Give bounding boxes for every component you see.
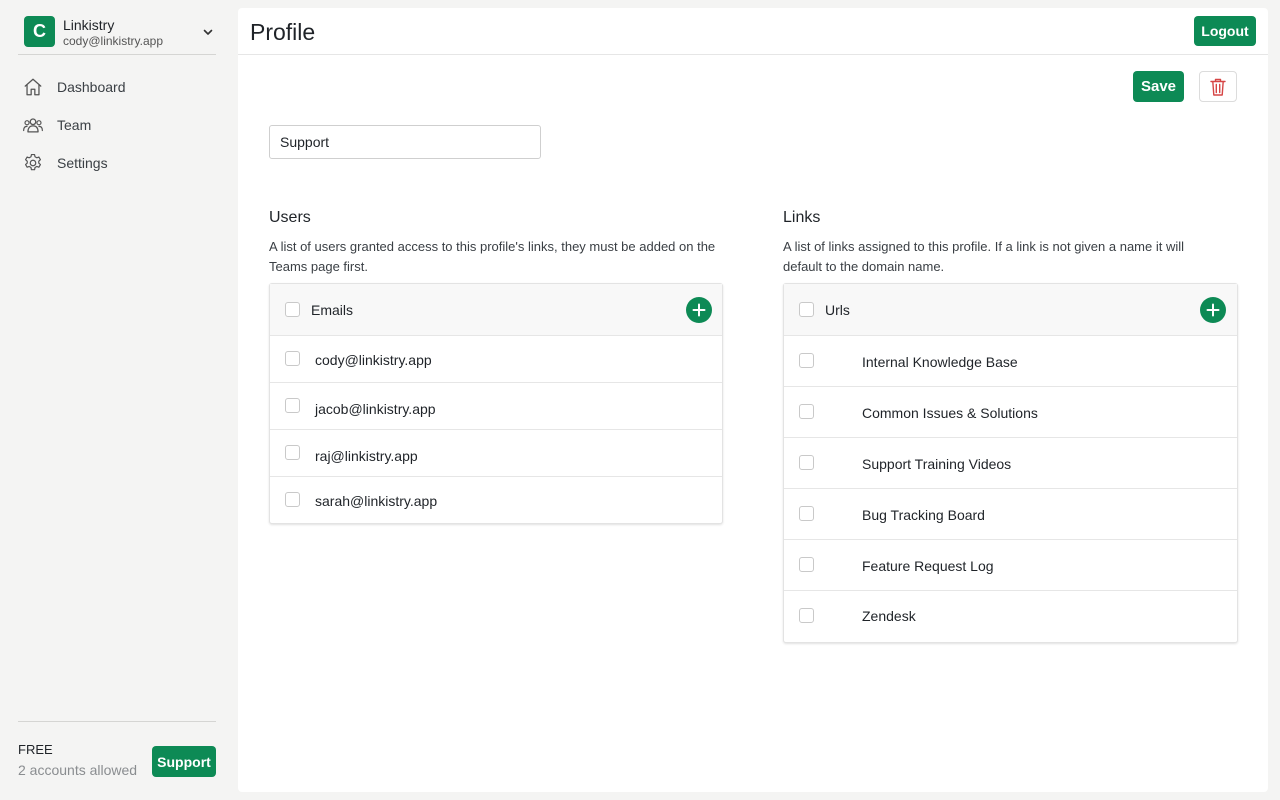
avatar: C (24, 16, 55, 47)
page-header: Profile Logout (238, 8, 1268, 55)
table-row[interactable]: cody@linkistry.app (270, 336, 722, 383)
user-email: jacob@linkistry.app (315, 401, 436, 417)
table-row[interactable]: Bug Tracking Board (784, 489, 1237, 540)
row-checkbox[interactable] (799, 557, 814, 572)
sidebar-item-team[interactable]: Team (22, 106, 126, 144)
link-name: Bug Tracking Board (862, 507, 985, 523)
row-checkbox[interactable] (799, 506, 814, 521)
select-all-users-checkbox[interactable] (285, 302, 300, 317)
plus-icon (692, 303, 706, 317)
table-row[interactable]: sarah@linkistry.app (270, 477, 722, 523)
table-row[interactable]: jacob@linkistry.app (270, 383, 722, 430)
add-user-button[interactable] (686, 297, 712, 323)
home-icon (24, 78, 42, 96)
table-row[interactable]: Common Issues & Solutions (784, 387, 1237, 438)
select-all-links-checkbox[interactable] (799, 302, 814, 317)
account-info: Linkistry cody@linkistry.app (63, 16, 163, 49)
sidebar-item-label: Team (57, 117, 92, 133)
table-row[interactable]: Feature Request Log (784, 540, 1237, 591)
main-panel: Profile Logout Save Users A list of user… (238, 8, 1268, 792)
table-row[interactable]: Support Training Videos (784, 438, 1237, 489)
team-icon (23, 118, 43, 133)
account-email: cody@linkistry.app (63, 34, 163, 48)
table-row[interactable]: raj@linkistry.app (270, 430, 722, 477)
plus-icon (1206, 303, 1220, 317)
sidebar-item-settings[interactable]: Settings (22, 144, 126, 182)
row-checkbox[interactable] (285, 492, 300, 507)
users-table: Emails cody@linkistry.app jacob@linkistr… (269, 283, 723, 524)
sidebar-nav: Dashboard Team Settings (22, 68, 126, 182)
link-name: Common Issues & Solutions (862, 405, 1038, 421)
user-email: sarah@linkistry.app (315, 493, 438, 509)
users-table-header: Emails (270, 284, 722, 336)
row-checkbox[interactable] (799, 608, 814, 623)
users-section-description: A list of users granted access to this p… (269, 239, 716, 274)
link-name: Support Training Videos (862, 456, 1012, 472)
support-button[interactable]: Support (152, 746, 216, 777)
row-checkbox[interactable] (799, 404, 814, 419)
urls-column-header: Urls (825, 302, 850, 318)
table-row[interactable]: Internal Knowledge Base (784, 336, 1237, 387)
links-table: Urls Internal Knowledge Base Common Issu… (783, 283, 1238, 643)
plan-info: FREE 2 accounts allowed Support (18, 721, 216, 783)
user-email: cody@linkistry.app (315, 352, 432, 368)
row-checkbox[interactable] (799, 455, 814, 470)
links-table-header: Urls (784, 284, 1237, 336)
row-checkbox[interactable] (285, 445, 300, 460)
gear-icon (24, 153, 42, 171)
link-name: Zendesk (862, 608, 916, 624)
link-name: Internal Knowledge Base (862, 354, 1018, 370)
row-checkbox[interactable] (285, 398, 300, 413)
save-button[interactable]: Save (1133, 71, 1184, 102)
user-email: raj@linkistry.app (315, 448, 418, 464)
account-name: Linkistry (63, 17, 115, 33)
sidebar-item-label: Dashboard (57, 79, 126, 95)
add-link-button[interactable] (1200, 297, 1226, 323)
sidebar: C Linkistry cody@linkistry.app Dashboard… (0, 0, 238, 800)
plan-name: FREE (18, 742, 53, 757)
trash-icon (1210, 78, 1226, 96)
sidebar-item-dashboard[interactable]: Dashboard (22, 68, 126, 106)
plan-description: 2 accounts allowed (18, 762, 138, 778)
emails-column-header: Emails (311, 302, 354, 318)
row-checkbox[interactable] (285, 351, 300, 366)
links-section-description: A list of links assigned to this profile… (783, 239, 1185, 274)
account-switcher[interactable]: C Linkistry cody@linkistry.app (18, 14, 216, 55)
delete-button[interactable] (1199, 71, 1237, 102)
link-name: Feature Request Log (862, 558, 994, 574)
chevron-down-icon[interactable] (202, 26, 214, 38)
sidebar-item-label: Settings (57, 155, 108, 171)
logout-button[interactable]: Logout (1194, 16, 1256, 46)
page-title: Profile (250, 19, 316, 45)
table-row[interactable]: Zendesk (784, 591, 1237, 642)
links-section-title: Links (783, 209, 821, 226)
profile-name-input[interactable] (269, 125, 541, 159)
row-checkbox[interactable] (799, 353, 814, 368)
users-section-title: Users (269, 209, 311, 226)
